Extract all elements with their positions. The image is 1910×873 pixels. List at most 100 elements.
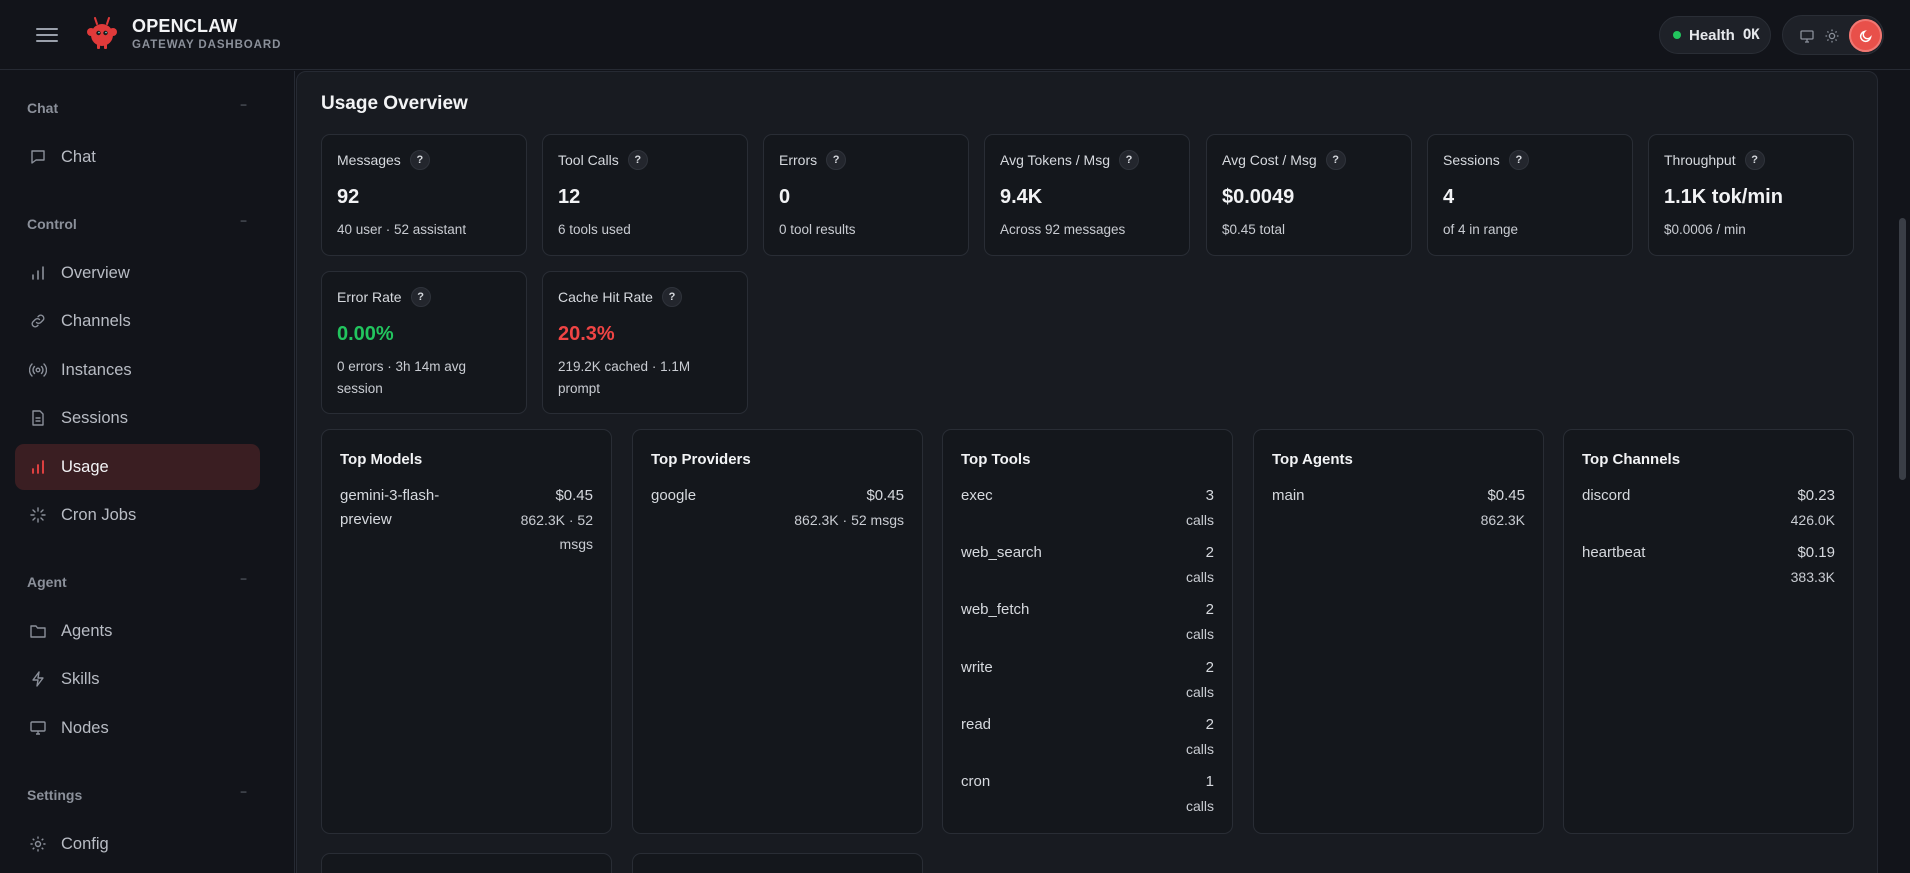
stat-subtext: 6 tools used	[558, 222, 631, 237]
row-unit: calls	[1185, 741, 1214, 757]
stat-subtext: $0.0006 / min	[1664, 222, 1746, 237]
top-models-card: Top Models gemini-3-flash-preview $0.45 …	[321, 429, 612, 834]
stat-card-sessions: Sessions? 4 of 4 in range	[1427, 134, 1633, 256]
help-icon[interactable]: ?	[1118, 150, 1139, 170]
sidebar-item-sessions[interactable]: Sessions	[15, 395, 260, 441]
sidebar-item-cron-jobs[interactable]: Cron Jobs	[15, 492, 260, 538]
moon-icon[interactable]	[1849, 19, 1882, 52]
next-card-partial	[321, 853, 612, 873]
monitor-icon	[30, 721, 46, 735]
sidebar-item-label: Skills	[61, 669, 100, 688]
monitor-icon[interactable]	[1799, 28, 1815, 44]
help-icon[interactable]: ?	[826, 150, 847, 170]
list-item: discord $0.23 426.0K	[1582, 484, 1835, 534]
stat-subtext: $0.45 total	[1222, 222, 1286, 237]
section-chat[interactable]: Chat	[27, 100, 58, 116]
list-item: exec 3 calls	[961, 484, 1214, 534]
top-channels-card: Top Channels discord $0.23 426.0K heartb…	[1563, 429, 1854, 834]
help-icon[interactable]: ?	[1744, 150, 1765, 170]
gear-icon	[30, 836, 46, 852]
row-name: web_search	[961, 544, 1042, 561]
menu-icon[interactable]	[36, 24, 58, 44]
row-name: google	[651, 487, 697, 504]
stat-label: Error Rate	[337, 289, 402, 305]
stat-label: Tool Calls	[558, 152, 619, 168]
row-unit: calls	[1185, 684, 1214, 700]
row-name: web_fetch	[961, 601, 1030, 618]
stat-card-error-rate: Error Rate? 0.00% 0 errors · 3h 14m avg …	[321, 271, 527, 414]
radio-icon	[29, 363, 47, 377]
row-cost: $0.45	[555, 487, 593, 504]
sidebar-item-overview[interactable]: Overview	[15, 250, 260, 296]
sidebar-item-label: Nodes	[61, 718, 109, 737]
stat-label: Throughput	[1664, 152, 1736, 168]
health-badge[interactable]: Health OK	[1659, 16, 1771, 54]
help-icon[interactable]: ?	[661, 287, 682, 307]
stat-value: 9.4K	[1000, 186, 1043, 208]
top-bar: OPENCLAW GATEWAY DASHBOARD Health OK	[0, 0, 1910, 70]
sidebar-item-instances[interactable]: Instances	[15, 347, 260, 393]
help-icon[interactable]: ?	[1325, 150, 1346, 170]
stat-value: 0	[779, 186, 791, 208]
stat-card-throughput: Throughput? 1.1K tok/min $0.0006 / min	[1648, 134, 1854, 256]
health-label: Health	[1689, 26, 1735, 44]
stat-subtext: 40 user · 52 assistant	[337, 222, 467, 237]
top-agents-card: Top Agents main $0.45 862.3K	[1253, 429, 1544, 834]
section-agent-collapse[interactable]: −	[240, 572, 247, 586]
help-icon[interactable]: ?	[1508, 150, 1529, 170]
sidebar-item-label: Overview	[61, 263, 130, 282]
section-chat-collapse[interactable]: −	[240, 98, 247, 112]
sidebar-item-chat[interactable]: Chat	[15, 134, 260, 180]
sidebar-item-usage[interactable]: Usage	[15, 444, 260, 490]
row-meta: 383.3K	[1790, 569, 1835, 585]
sidebar-item-agents[interactable]: Agents	[15, 608, 260, 654]
sidebar-item-nodes[interactable]: Nodes	[15, 705, 260, 751]
row-count: 2	[1205, 659, 1214, 676]
stat-subtext: 219.2K cached · 1.1M prompt	[558, 359, 691, 396]
stat-value: 92	[337, 186, 360, 208]
section-control-collapse[interactable]: −	[240, 214, 247, 228]
section-control[interactable]: Control	[27, 216, 77, 232]
list-item: gemini-3-flash-preview $0.45 862.3K · 52…	[340, 484, 593, 564]
stat-label: Cache Hit Rate	[558, 289, 653, 305]
row-unit: calls	[1185, 798, 1214, 814]
section-agent[interactable]: Agent	[27, 574, 67, 590]
stat-card-avg-cost: Avg Cost / Msg? $0.0049 $0.45 total	[1206, 134, 1412, 256]
help-icon[interactable]: ?	[409, 150, 430, 170]
help-icon[interactable]: ?	[627, 150, 648, 170]
sidebar-item-channels[interactable]: Channels	[15, 298, 260, 344]
sidebar-item-label: Chat	[61, 147, 96, 166]
sidebar-item-config[interactable]: Config	[15, 821, 260, 867]
page-title: Usage Overview	[321, 93, 468, 114]
scrollbar-thumb[interactable]	[1899, 218, 1906, 480]
sidebar-item-skills[interactable]: Skills	[15, 656, 260, 702]
row-meta: 862.3K · 52 msgs	[794, 512, 904, 528]
list-item: web_fetch 2 calls	[961, 598, 1214, 648]
section-settings[interactable]: Settings	[27, 787, 82, 803]
stat-label: Avg Cost / Msg	[1222, 152, 1317, 168]
card-title: Top Channels	[1582, 451, 1681, 468]
row-name: read	[961, 716, 992, 733]
section-settings-collapse[interactable]: −	[240, 785, 247, 799]
stat-label: Avg Tokens / Msg	[1000, 152, 1110, 168]
list-item: google $0.45 862.3K · 52 msgs	[651, 484, 904, 534]
bar-chart-icon	[32, 266, 44, 280]
stat-subtext: 0 tool results	[779, 222, 856, 237]
stat-value: 12	[558, 186, 581, 208]
row-name: main	[1272, 487, 1305, 504]
brand: OPENCLAW GATEWAY DASHBOARD	[132, 16, 281, 51]
stat-card-tool-calls: Tool Calls? 12 6 tools used	[542, 134, 748, 256]
list-item: cron 1 calls	[961, 770, 1214, 820]
card-title: Top Tools	[961, 451, 1031, 468]
stat-card-messages: Messages? 92 40 user · 52 assistant	[321, 134, 527, 256]
row-count: 2	[1205, 544, 1214, 561]
row-meta: 862.3K	[1480, 512, 1525, 528]
sun-icon[interactable]	[1824, 28, 1840, 44]
list-item: main $0.45 862.3K	[1272, 484, 1525, 534]
row-meta-cont: msgs	[559, 536, 593, 552]
row-count: 1	[1205, 773, 1214, 790]
row-cost: $0.45	[1487, 487, 1525, 504]
help-icon[interactable]: ?	[410, 287, 431, 307]
card-title: Top Models	[340, 451, 423, 468]
row-count: 2	[1205, 716, 1214, 733]
